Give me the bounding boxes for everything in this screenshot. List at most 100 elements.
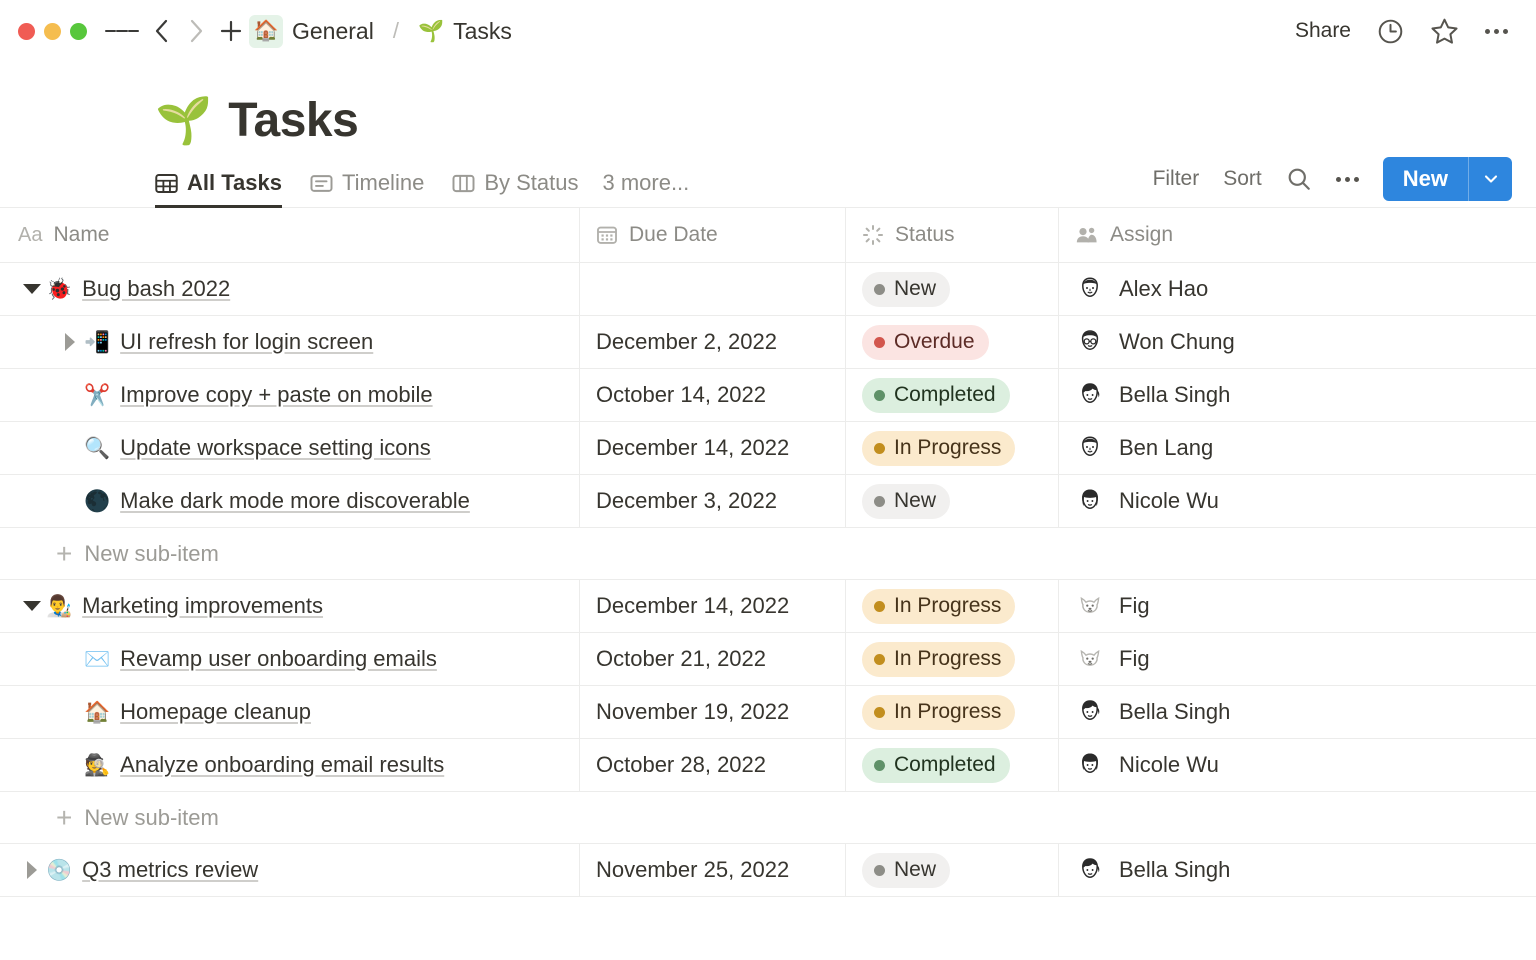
cell-due-date[interactable]: October 14, 2022	[580, 369, 846, 421]
new-button[interactable]: New	[1382, 157, 1512, 201]
plus-icon[interactable]	[213, 14, 249, 48]
search-icon[interactable]	[1286, 166, 1312, 192]
cell-due-date[interactable]	[580, 263, 846, 315]
cell-assign[interactable]: Bella Singh	[1059, 686, 1536, 738]
more-views-button[interactable]: 3 more...	[592, 170, 689, 207]
cell-due-date[interactable]: November 25, 2022	[580, 844, 846, 896]
table-row[interactable]: 🕵️ Analyze onboarding email results Octo…	[0, 739, 1536, 792]
cell-status[interactable]: New	[846, 263, 1059, 315]
cell-due-date[interactable]: November 19, 2022	[580, 686, 846, 738]
maximize-window-button[interactable]	[70, 22, 87, 40]
history-clock-icon[interactable]	[1377, 18, 1404, 45]
column-header-status[interactable]: Status	[846, 208, 1059, 262]
cell-name[interactable]: 💿 Q3 metrics review	[0, 844, 580, 896]
row-title[interactable]: Homepage cleanup	[120, 699, 311, 725]
table-row[interactable]: 🐞 Bug bash 2022 New Alex Hao	[0, 263, 1536, 316]
table-row[interactable]: ✉️ Revamp user onboarding emails October…	[0, 633, 1536, 686]
cell-assign[interactable]: Ben Lang	[1059, 422, 1536, 474]
status-badge[interactable]: Completed	[862, 377, 1010, 413]
row-title[interactable]: Analyze onboarding email results	[120, 752, 444, 778]
cell-status[interactable]: New	[846, 844, 1059, 896]
row-title[interactable]: Q3 metrics review	[82, 857, 258, 883]
cell-name[interactable]: ✂️ Improve copy + paste on mobile	[0, 369, 580, 421]
cell-assign[interactable]: Fig	[1059, 580, 1536, 632]
table-row[interactable]: 🌑 Make dark mode more discoverable Decem…	[0, 475, 1536, 528]
minimize-window-button[interactable]	[44, 22, 61, 40]
filter-button[interactable]: Filter	[1153, 167, 1200, 191]
cell-status[interactable]: In Progress	[846, 580, 1059, 632]
back-chevron-icon[interactable]	[145, 14, 179, 48]
table-row[interactable]: ✂️ Improve copy + paste on mobile Octobe…	[0, 369, 1536, 422]
cell-name[interactable]: 🐞 Bug bash 2022	[0, 263, 580, 315]
table-row[interactable]: 👨‍🎨 Marketing improvements December 14, …	[0, 580, 1536, 633]
cell-assign[interactable]: Bella Singh	[1059, 844, 1536, 896]
home-icon[interactable]: 🏠	[249, 14, 283, 48]
status-badge[interactable]: New	[862, 271, 951, 307]
status-badge[interactable]: In Progress	[862, 430, 1016, 466]
column-header-name[interactable]: Aa Name	[0, 208, 580, 262]
cell-due-date[interactable]: December 3, 2022	[580, 475, 846, 527]
row-title[interactable]: Improve copy + paste on mobile	[120, 382, 432, 408]
cell-name[interactable]: 🕵️ Analyze onboarding email results	[0, 739, 580, 791]
status-badge[interactable]: New	[862, 483, 951, 519]
column-header-assign[interactable]: Assign	[1059, 208, 1536, 262]
column-header-due-date[interactable]: Due Date	[580, 208, 846, 262]
forward-chevron-icon[interactable]	[179, 14, 213, 48]
status-badge[interactable]: In Progress	[862, 694, 1016, 730]
cell-due-date[interactable]: December 14, 2022	[580, 422, 846, 474]
cell-name[interactable]: 📲 UI refresh for login screen	[0, 316, 580, 368]
cell-name[interactable]: 🏠 Homepage cleanup	[0, 686, 580, 738]
status-badge[interactable]: In Progress	[862, 588, 1016, 624]
row-title[interactable]: Revamp user onboarding emails	[120, 646, 437, 672]
close-window-button[interactable]	[18, 22, 35, 40]
status-badge[interactable]: Completed	[862, 747, 1010, 783]
cell-name[interactable]: 🔍 Update workspace setting icons	[0, 422, 580, 474]
chevron-down-icon[interactable]	[1468, 157, 1512, 201]
cell-assign[interactable]: Alex Hao	[1059, 263, 1536, 315]
cell-name[interactable]: 👨‍🎨 Marketing improvements	[0, 580, 580, 632]
row-title[interactable]: Marketing improvements	[82, 593, 323, 619]
tab-timeline[interactable]: Timeline	[296, 170, 438, 207]
cell-assign[interactable]: Fig	[1059, 633, 1536, 685]
new-subitem-row[interactable]: + New sub-item	[0, 528, 1536, 580]
new-subitem-row[interactable]: + New sub-item	[0, 792, 1536, 844]
tab-all-tasks[interactable]: All Tasks	[155, 170, 296, 208]
row-title[interactable]: Make dark mode more discoverable	[120, 488, 470, 514]
row-title[interactable]: Update workspace setting icons	[120, 435, 431, 461]
breadcrumb-parent[interactable]: General	[292, 18, 374, 45]
cell-status[interactable]: In Progress	[846, 633, 1059, 685]
more-options-icon[interactable]	[1485, 28, 1508, 34]
cell-status[interactable]: Completed	[846, 739, 1059, 791]
table-row[interactable]: 🔍 Update workspace setting icons Decembe…	[0, 422, 1536, 475]
cell-assign[interactable]: Nicole Wu	[1059, 739, 1536, 791]
collapse-row-toggle[interactable]	[18, 601, 46, 611]
table-row[interactable]: 📲 UI refresh for login screen December 2…	[0, 316, 1536, 369]
cell-due-date[interactable]: December 2, 2022	[580, 316, 846, 368]
status-badge[interactable]: Overdue	[862, 324, 989, 360]
status-badge[interactable]: New	[862, 852, 951, 888]
status-badge[interactable]: In Progress	[862, 641, 1016, 677]
page-emoji-icon[interactable]: 🌱	[155, 97, 212, 143]
cell-name[interactable]: 🌑 Make dark mode more discoverable	[0, 475, 580, 527]
sort-button[interactable]: Sort	[1223, 167, 1262, 191]
cell-status[interactable]: New	[846, 475, 1059, 527]
view-more-options-icon[interactable]	[1335, 176, 1359, 182]
cell-due-date[interactable]: October 28, 2022	[580, 739, 846, 791]
expand-row-toggle[interactable]	[18, 861, 46, 879]
table-row[interactable]: 💿 Q3 metrics review November 25, 2022 Ne…	[0, 844, 1536, 897]
hamburger-icon[interactable]	[105, 16, 139, 46]
table-row[interactable]: 🏠 Homepage cleanup November 19, 2022 In …	[0, 686, 1536, 739]
share-button[interactable]: Share	[1295, 19, 1351, 43]
cell-status[interactable]: Overdue	[846, 316, 1059, 368]
cell-status[interactable]: In Progress	[846, 686, 1059, 738]
cell-due-date[interactable]: October 21, 2022	[580, 633, 846, 685]
cell-assign[interactable]: Won Chung	[1059, 316, 1536, 368]
row-title[interactable]: UI refresh for login screen	[120, 329, 373, 355]
cell-due-date[interactable]: December 14, 2022	[580, 580, 846, 632]
breadcrumb-child[interactable]: Tasks	[453, 18, 512, 45]
page-title[interactable]: Tasks	[228, 93, 359, 148]
collapse-row-toggle[interactable]	[18, 284, 46, 294]
cell-assign[interactable]: Nicole Wu	[1059, 475, 1536, 527]
cell-name[interactable]: ✉️ Revamp user onboarding emails	[0, 633, 580, 685]
expand-row-toggle[interactable]	[56, 333, 84, 351]
